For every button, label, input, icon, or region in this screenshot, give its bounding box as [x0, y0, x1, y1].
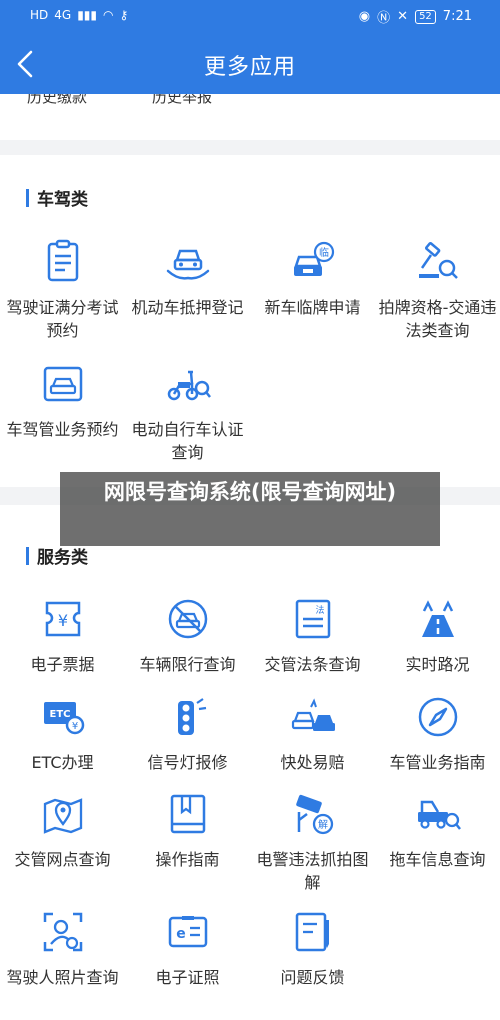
tile-label: 交管法条查询 — [264, 655, 361, 674]
tile-feedback[interactable]: 问题反馈 — [250, 908, 375, 989]
section-header: 车驾类 — [26, 185, 88, 210]
section-title: 车驾类 — [37, 190, 88, 210]
tile-label: 拖车信息查询 — [389, 850, 486, 869]
plate-auction-search-icon — [418, 242, 458, 279]
clock: 7:21 — [442, 9, 472, 24]
feedback-icon — [295, 912, 329, 952]
history-report-link[interactable]: 历史举报 — [152, 94, 212, 107]
tile-label: 驾驶人照片查询 — [6, 968, 119, 987]
tile-signal-repair[interactable]: 信号灯报修 — [125, 693, 250, 774]
car-accident-icon — [291, 698, 335, 731]
tile-label: 车辆限行查询 — [139, 655, 236, 674]
tile-driver-photo[interactable]: 驾驶人照片查询 — [0, 908, 125, 989]
tile-label: 新车临牌申请 — [264, 298, 361, 317]
e-bike-search-icon — [167, 370, 211, 401]
tile-label: 车驾管业务预约 — [6, 420, 119, 439]
tile-label: 车管业务指南 — [389, 753, 486, 772]
svg-text:解: 解 — [318, 818, 328, 831]
history-payment-link[interactable]: 历史缴款 — [27, 94, 87, 107]
key-icon: ⚷ — [119, 8, 129, 22]
driver-photo-icon — [43, 912, 82, 952]
car-id-card-icon — [43, 366, 82, 402]
tile-restricted-query[interactable]: 车辆限行查询 — [125, 595, 250, 676]
tile-tow-query[interactable]: 拖车信息查询 — [375, 790, 500, 871]
mute-icon: ✕ — [397, 9, 409, 24]
page-title: 更多应用 — [203, 55, 296, 80]
wifi-icon: ◠ — [103, 8, 114, 22]
tile-law-query[interactable]: 法 交管法条查询 — [250, 595, 375, 676]
tile-vehicle-mortgage[interactable]: 机动车抵押登记 — [125, 238, 250, 319]
navigation-bar: 更多应用 — [0, 34, 500, 94]
tile-label: 信号灯报修 — [147, 753, 228, 772]
section-header: 服务类 — [26, 543, 88, 568]
svg-text:¥: ¥ — [71, 721, 77, 732]
law-document-icon: 法 — [295, 599, 330, 639]
previous-section: 历史缴款 历史举报 — [0, 94, 500, 140]
tile-license-exam[interactable]: 驾驶证满分考试预约 — [0, 238, 125, 342]
eye-icon: ◉ — [358, 9, 371, 24]
nfc-icon: Ⓝ — [377, 11, 391, 26]
tile-camera-illustration[interactable]: 解 电警违法抓拍图解 — [250, 790, 375, 894]
tile-operation-guide[interactable]: 操作指南 — [125, 790, 250, 871]
tile-label: 电警违法抓拍图解 — [256, 850, 369, 892]
svg-text:¥: ¥ — [57, 611, 67, 630]
e-ticket-icon: ¥ — [45, 601, 80, 637]
tile-label: 电子证照 — [155, 968, 220, 987]
tile-label: 机动车抵押登记 — [131, 298, 244, 317]
tile-etc[interactable]: ETC ¥ ETC办理 — [0, 693, 125, 774]
svg-text:ETC: ETC — [49, 709, 70, 720]
e-license-icon: e — [168, 916, 207, 948]
tile-e-ticket[interactable]: ¥ 电子票据 — [0, 595, 125, 676]
tile-label: ETC办理 — [31, 753, 94, 772]
tile-temporary-plate[interactable]: 临 新车临牌申请 — [250, 238, 375, 319]
tile-label: 操作指南 — [155, 850, 220, 869]
section-services: 服务类 ¥ 电子票据 车辆限行查询 法 交管法条查询 实时路况 ETC ¥ ET… — [0, 505, 500, 1020]
battery-indicator: 52 — [415, 9, 436, 24]
watermark-overlay: 网限号查询系统(限号查询网址) — [60, 472, 440, 546]
tile-office-query[interactable]: 交管网点查询 — [0, 790, 125, 871]
car-in-hand-icon — [166, 249, 209, 280]
tile-e-license[interactable]: e 电子证照 — [125, 908, 250, 989]
svg-text:法: 法 — [315, 604, 324, 616]
tile-label: 电动自行车认证查询 — [131, 420, 244, 462]
tile-vehicle-appointment[interactable]: 车驾管业务预约 — [0, 360, 125, 441]
compass-icon — [418, 697, 457, 737]
section-accent-bar — [26, 188, 29, 207]
car-restricted-icon — [168, 599, 207, 639]
section-title: 服务类 — [37, 548, 88, 568]
map-location-icon — [43, 798, 82, 834]
section-accent-bar — [26, 546, 29, 565]
tow-truck-search-icon — [417, 800, 461, 830]
status-bar: HD 4G ▮▮▮ ◠ ⚷ ◉ Ⓝ ✕ 52 7:21 — [0, 0, 500, 34]
tile-traffic-conditions[interactable]: 实时路况 — [375, 595, 500, 676]
tile-label: 快处易赔 — [280, 753, 345, 772]
section-vehicle-license: 车驾类 驾驶证满分考试预约 机动车抵押登记 临 新车临牌申请 拍牌资格-交通违法… — [0, 155, 500, 487]
tile-plate-qualification[interactable]: 拍牌资格-交通违法类查询 — [375, 238, 500, 342]
car-temporary-plate-icon: 临 — [293, 241, 334, 276]
camera-capture-icon: 解 — [295, 794, 333, 835]
etc-card-icon: ETC ¥ — [43, 702, 84, 735]
tile-label: 问题反馈 — [280, 968, 345, 987]
svg-text:e: e — [176, 926, 186, 942]
signal-icon: ▮▮▮ — [77, 8, 98, 22]
license-clipboard-icon — [47, 239, 78, 282]
road-traffic-icon — [421, 600, 454, 637]
tile-label: 交管网点查询 — [14, 850, 111, 869]
tile-vehicle-guide[interactable]: 车管业务指南 — [375, 693, 500, 774]
network-label: 4G — [54, 8, 72, 22]
svg-text:临: 临 — [319, 246, 329, 259]
tile-label: 电子票据 — [30, 655, 95, 674]
traffic-light-icon — [177, 698, 206, 735]
tile-quick-claim[interactable]: 快处易赔 — [250, 693, 375, 774]
tile-label: 实时路况 — [405, 655, 470, 674]
tile-label: 拍牌资格-交通违法类查询 — [378, 298, 497, 340]
tile-ebike-query[interactable]: 电动自行车认证查询 — [125, 360, 250, 464]
book-icon — [170, 794, 205, 834]
tile-label: 驾驶证满分考试预约 — [6, 298, 119, 340]
carrier-label: HD — [30, 8, 49, 22]
